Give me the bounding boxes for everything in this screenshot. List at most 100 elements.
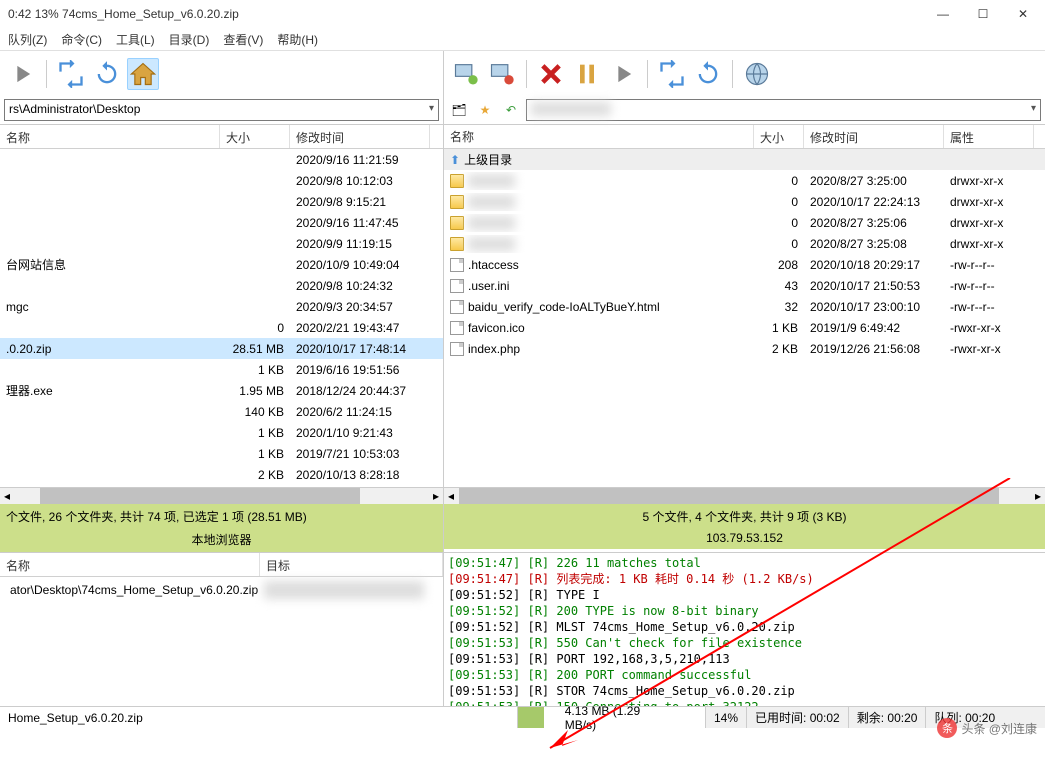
file-row[interactable]: 1 KB2020/1/10 9:21:43	[0, 422, 443, 443]
file-row[interactable]: 2020/9/8 10:12:03	[0, 170, 443, 191]
menu-directory[interactable]: 目录(D)	[169, 31, 210, 48]
file-row[interactable]: .htaccess2082020/10/18 20:29:17-rw-r--r-…	[444, 254, 1045, 275]
file-row[interactable]: mgc2020/9/3 20:34:57	[0, 296, 443, 317]
folder-icon	[450, 174, 464, 188]
col-name[interactable]: 名称	[444, 125, 754, 148]
status-panes: 个文件, 26 个文件夹, 共计 74 项, 已选定 1 项 (28.51 MB…	[0, 504, 1045, 552]
file-row[interactable]: 02020/8/27 3:25:08drwxr-xr-x	[444, 233, 1045, 254]
remote-path-input[interactable]	[526, 99, 1041, 121]
file-row[interactable]: 台网站信息2020/10/9 10:49:04	[0, 254, 443, 275]
file-row[interactable]: 2020/9/16 11:21:59	[0, 149, 443, 170]
refresh-icon[interactable]	[692, 58, 724, 90]
menu-queue[interactable]: 队列(Z)	[8, 31, 47, 48]
file-icon	[450, 279, 464, 293]
watermark: 条 头条 @刘连康	[937, 718, 1037, 738]
close-button[interactable]: ✕	[1009, 3, 1037, 25]
file-row[interactable]: 140 KB2020/6/2 11:24:15	[0, 401, 443, 422]
col-attr[interactable]: 属性	[944, 125, 1034, 148]
file-row[interactable]: 02020/2/21 19:43:47	[0, 317, 443, 338]
toolbar-local	[0, 51, 444, 96]
pane-local: 名称 大小 修改时间 2020/9/16 11:21:592020/9/8 10…	[0, 125, 444, 504]
file-row[interactable]: 2 KB2020/10/13 8:28:18	[0, 464, 443, 485]
remote-grid-header: 名称 大小 修改时间 属性	[444, 125, 1045, 149]
parent-dir-row[interactable]: ⬆ 上级目录	[444, 149, 1045, 170]
col-date[interactable]: 修改时间	[290, 125, 430, 148]
play-icon[interactable]	[6, 58, 38, 90]
elapsed-time: 已用时间: 00:02	[747, 707, 849, 728]
menubar: 队列(Z) 命令(C) 工具(L) 目录(D) 查看(V) 帮助(H)	[0, 28, 1045, 50]
remote-label: 103.79.53.152	[444, 529, 1045, 549]
menu-tools[interactable]: 工具(L)	[116, 31, 155, 48]
refresh-pair-icon[interactable]	[55, 58, 87, 90]
col-size[interactable]: 大小	[220, 125, 290, 148]
file-row[interactable]: 2020/9/16 11:47:45	[0, 212, 443, 233]
disconnect-icon[interactable]	[486, 58, 518, 90]
remote-summary: 5 个文件, 4 个文件夹, 共计 9 项 (3 KB)	[444, 504, 1045, 529]
play-icon[interactable]	[607, 58, 639, 90]
refresh-icon[interactable]	[91, 58, 123, 90]
star-icon[interactable]: ★	[474, 99, 496, 121]
status-local: 个文件, 26 个文件夹, 共计 74 项, 已选定 1 项 (28.51 MB…	[0, 504, 444, 552]
refresh-pair-icon[interactable]	[656, 58, 688, 90]
col-date[interactable]: 修改时间	[804, 125, 944, 148]
separator	[732, 60, 733, 88]
globe-icon[interactable]	[741, 58, 773, 90]
file-row[interactable]: 1 KB2019/7/21 10:53:03	[0, 443, 443, 464]
toolbar-remote	[444, 51, 1045, 96]
maximize-button[interactable]: ☐	[969, 3, 997, 25]
log-pane[interactable]: [09:51:47] [R] 226 11 matches total[09:5…	[444, 553, 1045, 706]
abort-icon[interactable]	[535, 58, 567, 90]
file-row[interactable]: 2020/9/8 9:15:21	[0, 191, 443, 212]
back-icon[interactable]: ↶	[500, 99, 522, 121]
menu-help[interactable]: 帮助(H)	[277, 31, 318, 48]
file-row[interactable]: baidu_verify_code-IoALTyBueY.html322020/…	[444, 296, 1045, 317]
file-icon	[450, 321, 464, 335]
queue-header: 名称 目标	[0, 553, 443, 577]
col-target[interactable]: 目标	[260, 553, 443, 576]
queue-row[interactable]: ator\Desktop\74cms_Home_Setup_v6.0.20.zi…	[4, 579, 439, 600]
titlebar: 0:42 13% 74cms_Home_Setup_v6.0.20.zip — …	[0, 0, 1045, 28]
file-row[interactable]: 02020/10/17 22:24:13drwxr-xr-x	[444, 191, 1045, 212]
local-label: 本地浏览器	[0, 529, 443, 552]
home-icon[interactable]	[127, 58, 159, 90]
remote-grid[interactable]: ⬆ 上级目录 02020/8/27 3:25:00drwxr-xr-x 0202…	[444, 149, 1045, 487]
connect-icon[interactable]	[450, 58, 482, 90]
menu-view[interactable]: 查看(V)	[223, 31, 263, 48]
file-row[interactable]: 2020/9/9 11:19:15	[0, 233, 443, 254]
minimize-button[interactable]: —	[929, 3, 957, 25]
log-line: [09:51:53] [R] PORT 192,168,3,5,210,113	[448, 651, 1041, 667]
queue-body[interactable]: ator\Desktop\74cms_Home_Setup_v6.0.20.zi…	[0, 577, 443, 706]
file-row[interactable]: favicon.ico1 KB2019/1/9 6:49:42-rwxr-xr-…	[444, 317, 1045, 338]
menu-command[interactable]: 命令(C)	[61, 31, 102, 48]
log-line: [09:51:53] [R] STOR 74cms_Home_Setup_v6.…	[448, 683, 1041, 699]
tree-icon[interactable]: 🗂	[448, 99, 470, 121]
file-row[interactable]: 02020/8/27 3:25:06drwxr-xr-x	[444, 212, 1045, 233]
file-icon	[450, 342, 464, 356]
bottombar: Home_Setup_v6.0.20.zip 4.13 MB (1.29 MB/…	[0, 706, 1045, 728]
file-row[interactable]: index.php2 KB2019/12/26 21:56:08-rwxr-xr…	[444, 338, 1045, 359]
file-row[interactable]: 02020/8/27 3:25:00drwxr-xr-x	[444, 170, 1045, 191]
local-path-input[interactable]: rs\Administrator\Desktop	[4, 99, 439, 121]
col-name[interactable]: 名称	[0, 553, 260, 576]
log-line: [09:51:53] [R] 200 PORT command successf…	[448, 667, 1041, 683]
remote-hscroll[interactable]: ◂▸	[444, 487, 1045, 504]
file-row[interactable]: 理器.exe1.95 MB2018/12/24 20:44:37	[0, 380, 443, 401]
col-size[interactable]: 大小	[754, 125, 804, 148]
file-row[interactable]: 2020/9/8 10:24:32	[0, 275, 443, 296]
address-local: rs\Administrator\Desktop	[0, 96, 444, 124]
watermark-icon: 条	[937, 718, 957, 738]
pause-icon[interactable]	[571, 58, 603, 90]
queue-pane: 名称 目标 ator\Desktop\74cms_Home_Setup_v6.0…	[0, 553, 444, 706]
queue-log-area: 名称 目标 ator\Desktop\74cms_Home_Setup_v6.0…	[0, 552, 1045, 706]
separator	[46, 60, 47, 88]
local-hscroll[interactable]: ◂▸	[0, 487, 443, 504]
transfer-filename: Home_Setup_v6.0.20.zip	[0, 707, 518, 728]
col-name[interactable]: 名称	[0, 125, 220, 148]
file-row[interactable]: 1 KB2019/6/16 19:51:56	[0, 359, 443, 380]
file-row[interactable]: .0.20.zip28.51 MB2020/10/17 17:48:14	[0, 338, 443, 359]
folder-icon	[450, 195, 464, 209]
separator	[526, 60, 527, 88]
file-row[interactable]: .user.ini432020/10/17 21:50:53-rw-r--r--	[444, 275, 1045, 296]
status-remote: 5 个文件, 4 个文件夹, 共计 9 项 (3 KB) 103.79.53.1…	[444, 504, 1045, 552]
local-grid[interactable]: 2020/9/16 11:21:592020/9/8 10:12:032020/…	[0, 149, 443, 487]
